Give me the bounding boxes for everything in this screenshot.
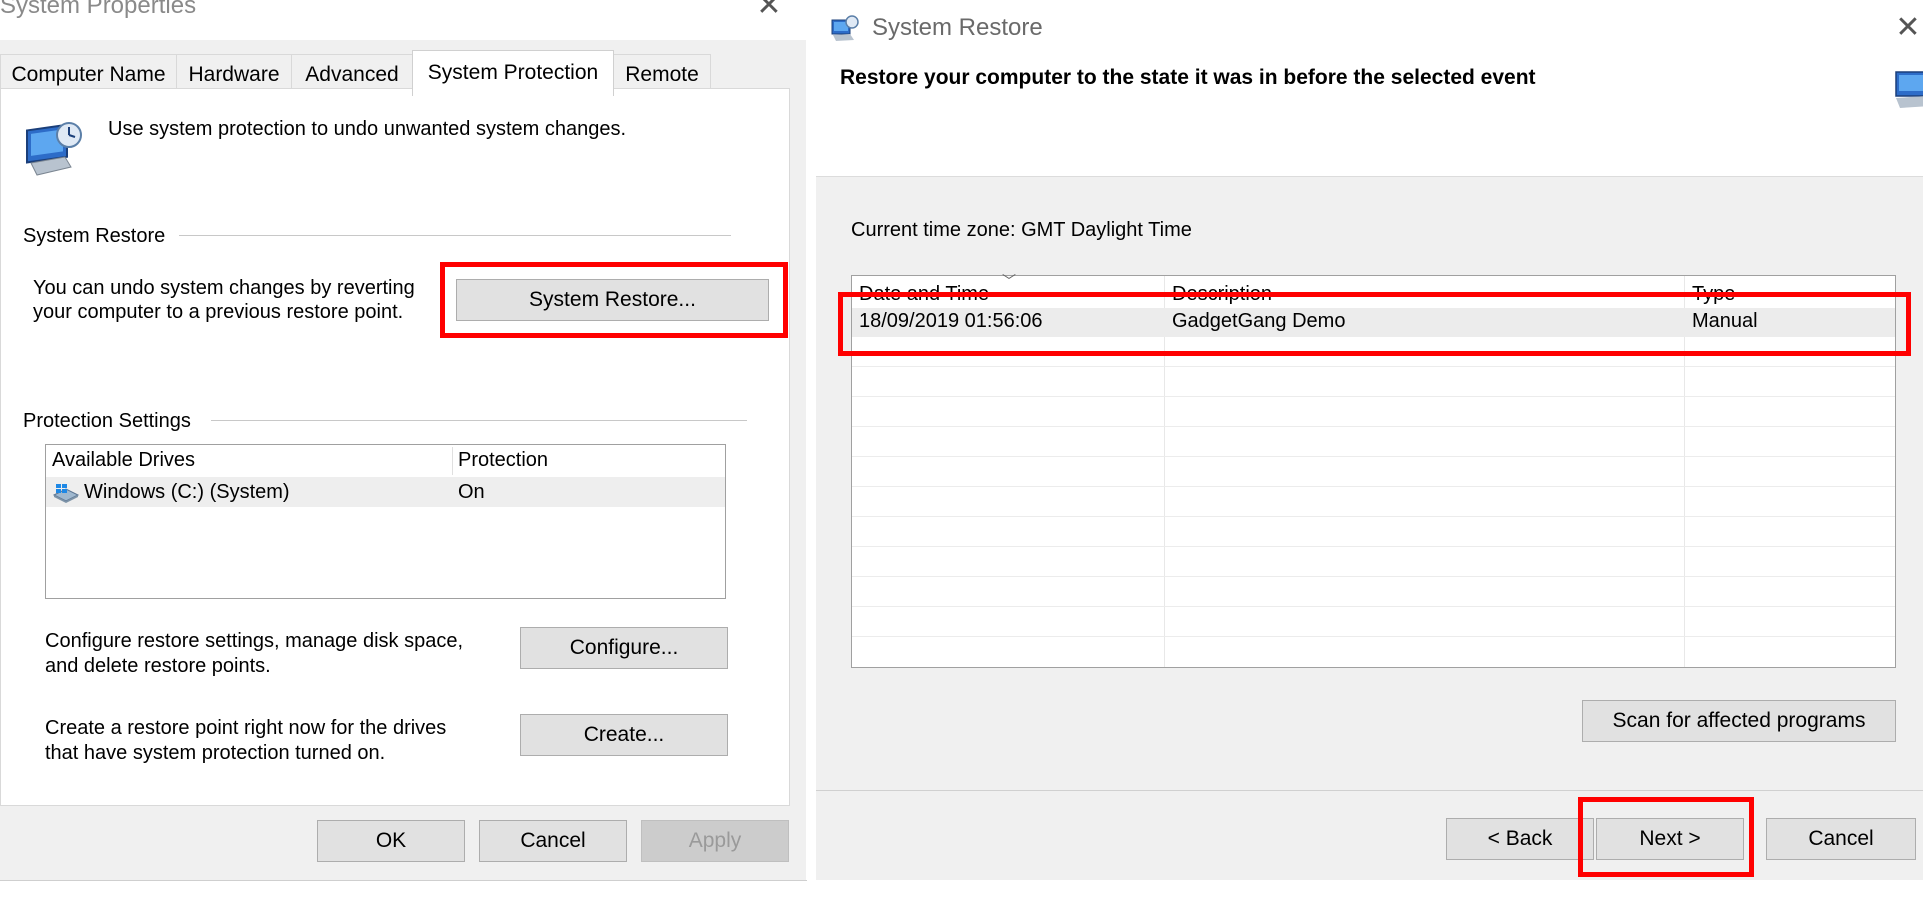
- sort-indicator-icon: ﹀: [1002, 273, 1016, 289]
- grid-line: [852, 516, 1895, 517]
- column-header-description[interactable]: Description: [1172, 282, 1272, 307]
- system-restore-description-line2: your computer to a previous restore poin…: [33, 301, 404, 323]
- close-icon[interactable]: ✕: [754, 0, 784, 24]
- restore-point-type: Manual: [1692, 310, 1758, 332]
- restore-points-list[interactable]: Date and Time ﹀ Description Type 18/09/2…: [851, 273, 1896, 668]
- apply-button[interactable]: Apply: [641, 820, 789, 862]
- restore-wizard-icon: [830, 14, 860, 42]
- tab-panel: Use system protection to undo unwanted s…: [0, 88, 790, 806]
- system-restore-button[interactable]: System Restore...: [456, 279, 769, 321]
- grid-line: [852, 546, 1895, 547]
- system-restore-window: System Restore ✕ Restore your computer t…: [806, 0, 1923, 880]
- grid-line: [852, 426, 1895, 427]
- wizard-heading: Restore your computer to the state it wa…: [840, 66, 1536, 89]
- column-header-protection[interactable]: Protection: [458, 448, 548, 473]
- drive-icon: [52, 483, 80, 503]
- restore-wizard-icon: [1890, 62, 1923, 110]
- cancel-button[interactable]: Cancel: [479, 820, 627, 862]
- drives-list[interactable]: Available Drives Protection Windows (C:)…: [45, 444, 726, 599]
- grid-line: [852, 396, 1895, 397]
- scan-affected-programs-button[interactable]: Scan for affected programs: [1582, 700, 1896, 742]
- intro-text: Use system protection to undo unwanted s…: [108, 118, 627, 140]
- group-divider: [211, 420, 747, 421]
- create-text-line2: that have system protection turned on.: [45, 742, 386, 764]
- wizard-header: System Restore ✕ Restore your computer t…: [816, 0, 1923, 177]
- list-item[interactable]: Windows (C:) (System) On: [46, 477, 725, 507]
- system-properties-window: System Properties ✕ Computer Name Hardwa…: [0, 0, 807, 881]
- time-zone-label: Current time zone: GMT Daylight Time: [851, 219, 1192, 241]
- back-button[interactable]: < Back: [1446, 818, 1594, 860]
- drive-protection-status: On: [458, 481, 485, 503]
- create-text-line1: Create a restore point right now for the…: [45, 717, 447, 739]
- window-title: System Properties: [0, 0, 197, 19]
- grid-line: [852, 636, 1895, 637]
- background-strip: [806, 0, 816, 880]
- column-header-date-and-time[interactable]: Date and Time: [859, 282, 989, 307]
- restore-point-date: 18/09/2019 01:56:06: [859, 310, 1043, 332]
- grid-line: [852, 366, 1895, 367]
- grid-line: [852, 456, 1895, 457]
- configure-text-line2: and delete restore points.: [45, 655, 271, 677]
- grid-line: [852, 606, 1895, 607]
- window-title: System Restore: [872, 14, 1043, 41]
- grid-line: [852, 486, 1895, 487]
- group-divider: [179, 235, 731, 236]
- column-header-available-drives[interactable]: Available Drives: [52, 448, 195, 473]
- system-restore-description-line1: You can undo system changes by reverting: [33, 277, 415, 299]
- system-restore-heading: System Restore: [23, 225, 166, 247]
- configure-button[interactable]: Configure...: [520, 627, 728, 669]
- wizard-footer: [816, 790, 1923, 880]
- protection-settings-heading: Protection Settings: [23, 410, 191, 432]
- grid-line: [852, 576, 1895, 577]
- tab-system-protection[interactable]: System Protection: [412, 50, 614, 96]
- restore-point-description: GadgetGang Demo: [1172, 310, 1346, 332]
- column-header-type[interactable]: Type: [1692, 282, 1735, 307]
- cancel-button[interactable]: Cancel: [1766, 818, 1916, 860]
- next-button[interactable]: Next >: [1596, 818, 1744, 860]
- title-bar: System Properties ✕: [0, 0, 806, 40]
- column-divider: [452, 447, 453, 475]
- ok-button[interactable]: OK: [317, 820, 465, 862]
- configure-text-line1: Configure restore settings, manage disk …: [45, 630, 463, 652]
- close-icon[interactable]: ✕: [1890, 10, 1923, 46]
- system-protection-icon: [23, 117, 85, 179]
- table-row[interactable]: 18/09/2019 01:56:06 GadgetGang Demo Manu…: [852, 308, 1895, 336]
- grid-line: [852, 336, 1895, 337]
- drive-name: Windows (C:) (System): [84, 481, 290, 503]
- create-button[interactable]: Create...: [520, 714, 728, 756]
